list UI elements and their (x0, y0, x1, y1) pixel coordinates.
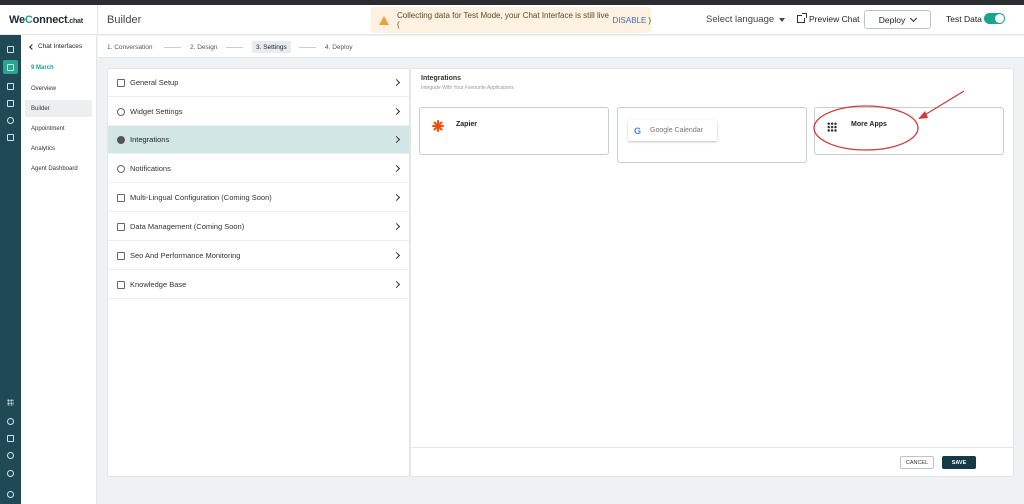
subnav-item-appointment[interactable]: Appointment (25, 120, 92, 137)
user-icon[interactable] (5, 115, 16, 126)
language-select[interactable]: Select language (706, 14, 786, 25)
chevron-right-icon (392, 135, 401, 144)
menu-multi-lingual[interactable]: Multi-Lingual Configuration (Coming Soon… (108, 184, 409, 212)
integrations-title: Integrations (421, 75, 462, 82)
menu-seo-performance[interactable]: Seo And Performance Monitoring (108, 242, 409, 270)
bell-icon (117, 164, 125, 173)
back-to-chat-interfaces[interactable]: Chat Interfaces (29, 43, 83, 50)
save-button[interactable]: SAVE (942, 456, 976, 469)
book-icon (117, 280, 125, 289)
chevron-right-icon (392, 251, 401, 260)
interface-date: 9 March (31, 65, 54, 71)
subnav-item-overview[interactable]: Overview (25, 80, 92, 97)
more-apps-label: More Apps (851, 121, 887, 128)
subnav-item-builder[interactable]: Builder (25, 100, 92, 117)
subnav-item-agent-dashboard[interactable]: Agent Dashboard (25, 160, 92, 177)
cancel-button[interactable]: CANCEL (900, 456, 934, 469)
settings-menu-panel: General Setup Widget Settings Integratio… (107, 68, 410, 477)
caret-down-icon (779, 17, 786, 22)
chevron-right-icon (392, 107, 401, 116)
preview-chat-button[interactable]: Preview Chat (797, 13, 860, 24)
chevron-left-icon (29, 43, 35, 50)
footer-divider (411, 447, 1013, 448)
book-icon[interactable] (5, 132, 16, 143)
zapier-card[interactable]: Zapier (419, 107, 609, 155)
zapier-label: Zapier (456, 121, 478, 128)
step-connector (299, 47, 316, 48)
trend-icon[interactable] (5, 98, 16, 109)
integrations-subtitle: Integrate With Your Favourite Applicatio… (421, 85, 514, 91)
subnav-item-analytics[interactable]: Analytics (25, 140, 92, 157)
apps-grid-icon[interactable] (5, 397, 16, 408)
google-icon: G (634, 125, 642, 136)
bell-icon[interactable] (5, 450, 16, 461)
zapier-icon (432, 120, 444, 132)
external-link-icon (797, 13, 807, 23)
warning-icon (379, 15, 389, 25)
language-label: Select language (706, 14, 775, 25)
preview-chat-label: Preview Chat (809, 14, 860, 24)
integrations-panel: Integrations Integrate With Your Favouri… (410, 68, 1014, 477)
test-data-label: Test Data (946, 14, 982, 24)
inbox-icon[interactable] (5, 81, 16, 92)
menu-integrations[interactable]: Integrations (108, 126, 409, 154)
back-label: Chat Interfaces (38, 43, 83, 50)
sliders-icon (117, 193, 125, 202)
edit-icon (117, 78, 125, 87)
chevron-right-icon (392, 164, 401, 173)
profile-icon[interactable] (5, 489, 16, 500)
menu-data-management[interactable]: Data Management (Coming Soon) (108, 213, 409, 241)
google-calendar-card[interactable]: G Google Calendar (617, 107, 807, 163)
test-mode-banner: Collecting data for Test Mode, your Chat… (371, 7, 651, 33)
page-title: Builder (107, 14, 142, 26)
step-connector (226, 47, 243, 48)
chevron-right-icon (392, 280, 401, 289)
chevron-right-icon (392, 78, 401, 87)
chevron-right-icon (392, 222, 401, 231)
builder-steps: 1. Conversation 2. Design 3. Settings 4.… (98, 36, 1024, 58)
gear-icon (117, 107, 125, 116)
google-calendar-label: Google Calendar (650, 127, 703, 134)
help-icon[interactable] (5, 468, 16, 479)
more-apps-card[interactable]: More Apps (814, 107, 1004, 155)
banner-text: Collecting data for Test Mode, your Chat… (397, 11, 609, 29)
globe-icon (117, 135, 125, 144)
test-data-toggle[interactable] (984, 13, 1005, 24)
header-divider (97, 5, 98, 35)
chevron-right-icon (392, 193, 401, 202)
step-conversation[interactable]: 1. Conversation (107, 41, 153, 53)
deploy-button[interactable]: Deploy (864, 10, 931, 29)
icon-rail (0, 35, 21, 504)
google-calendar-button[interactable]: G Google Calendar (628, 120, 717, 141)
step-connector (164, 47, 181, 48)
step-design[interactable]: 2. Design (190, 41, 217, 53)
banner-close-paren: ) (648, 15, 651, 25)
chat-icon[interactable] (3, 60, 18, 74)
step-settings[interactable]: 3. Settings (252, 41, 291, 53)
home-icon[interactable] (5, 44, 16, 55)
chat-interface-subnav: Chat Interfaces 9 March Overview Builder… (21, 35, 97, 504)
menu-general-setup[interactable]: General Setup (108, 69, 409, 97)
menu-notifications[interactable]: Notifications (108, 155, 409, 183)
chevron-down-icon (910, 14, 918, 22)
top-header: WeConnect.chat Builder Collecting data f… (0, 5, 1024, 35)
weconnect-logo[interactable]: WeConnect.chat (9, 14, 83, 26)
settings-icon[interactable] (5, 416, 16, 427)
sliders-icon (117, 251, 125, 260)
video-icon[interactable] (5, 433, 16, 444)
database-icon (117, 222, 125, 231)
menu-knowledge-base[interactable]: Knowledge Base (108, 271, 409, 299)
deploy-label: Deploy (878, 14, 906, 25)
step-deploy[interactable]: 4. Deploy (325, 41, 352, 53)
menu-widget-settings[interactable]: Widget Settings (108, 98, 409, 126)
disable-link[interactable]: DISABLE (613, 16, 647, 25)
apps-grid-icon (827, 122, 837, 132)
